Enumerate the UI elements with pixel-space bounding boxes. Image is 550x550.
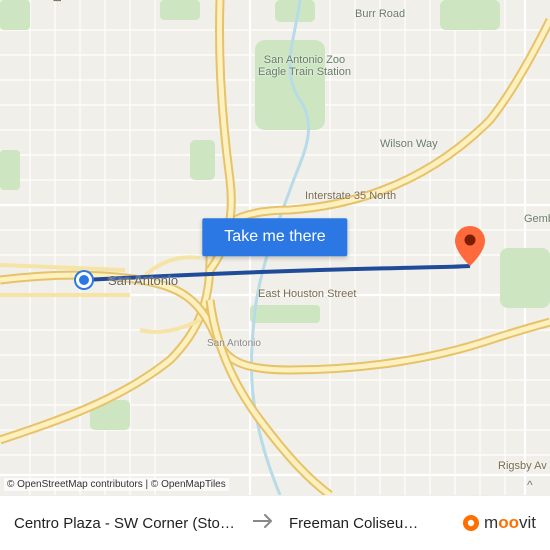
map-attribution: © OpenStreetMap contributors | © OpenMap… — [4, 478, 229, 491]
road-houston: East Houston Street — [258, 288, 356, 300]
map-viewport[interactable]: San Antonio San Antonio San Antonio Zoo … — [0, 0, 550, 495]
route-to-label: Freeman Coliseu… — [289, 515, 462, 532]
moovit-logo[interactable]: moovit — [462, 513, 536, 533]
arrow-right-icon — [253, 514, 275, 533]
place-burr: Burr Road — [355, 8, 405, 20]
route-from-label: Centro Plaza - SW Corner (Stop… — [14, 515, 239, 532]
road-rigsby: Rigsby Av — [498, 460, 547, 472]
destination-pin[interactable] — [455, 226, 485, 266]
place-zoo: San Antonio Zoo Eagle Train Station — [258, 54, 351, 78]
road-blanco: Blan — [52, 0, 64, 2]
place-gemb: Gemb — [524, 213, 550, 225]
place-wilson: Wilson Way — [380, 138, 438, 150]
take-me-there-button[interactable]: Take me there — [202, 218, 347, 256]
origin-pin[interactable] — [76, 272, 92, 288]
road-i35: Interstate 35 North — [305, 190, 396, 202]
moovit-logo-text: moovit — [484, 513, 536, 533]
moovit-logo-icon — [462, 514, 480, 532]
city-sub-label: San Antonio — [207, 338, 261, 349]
caret-icon: ^ — [527, 478, 533, 492]
route-footer: Centro Plaza - SW Corner (Stop… Freeman … — [0, 495, 550, 550]
city-label: San Antonio — [108, 273, 178, 288]
